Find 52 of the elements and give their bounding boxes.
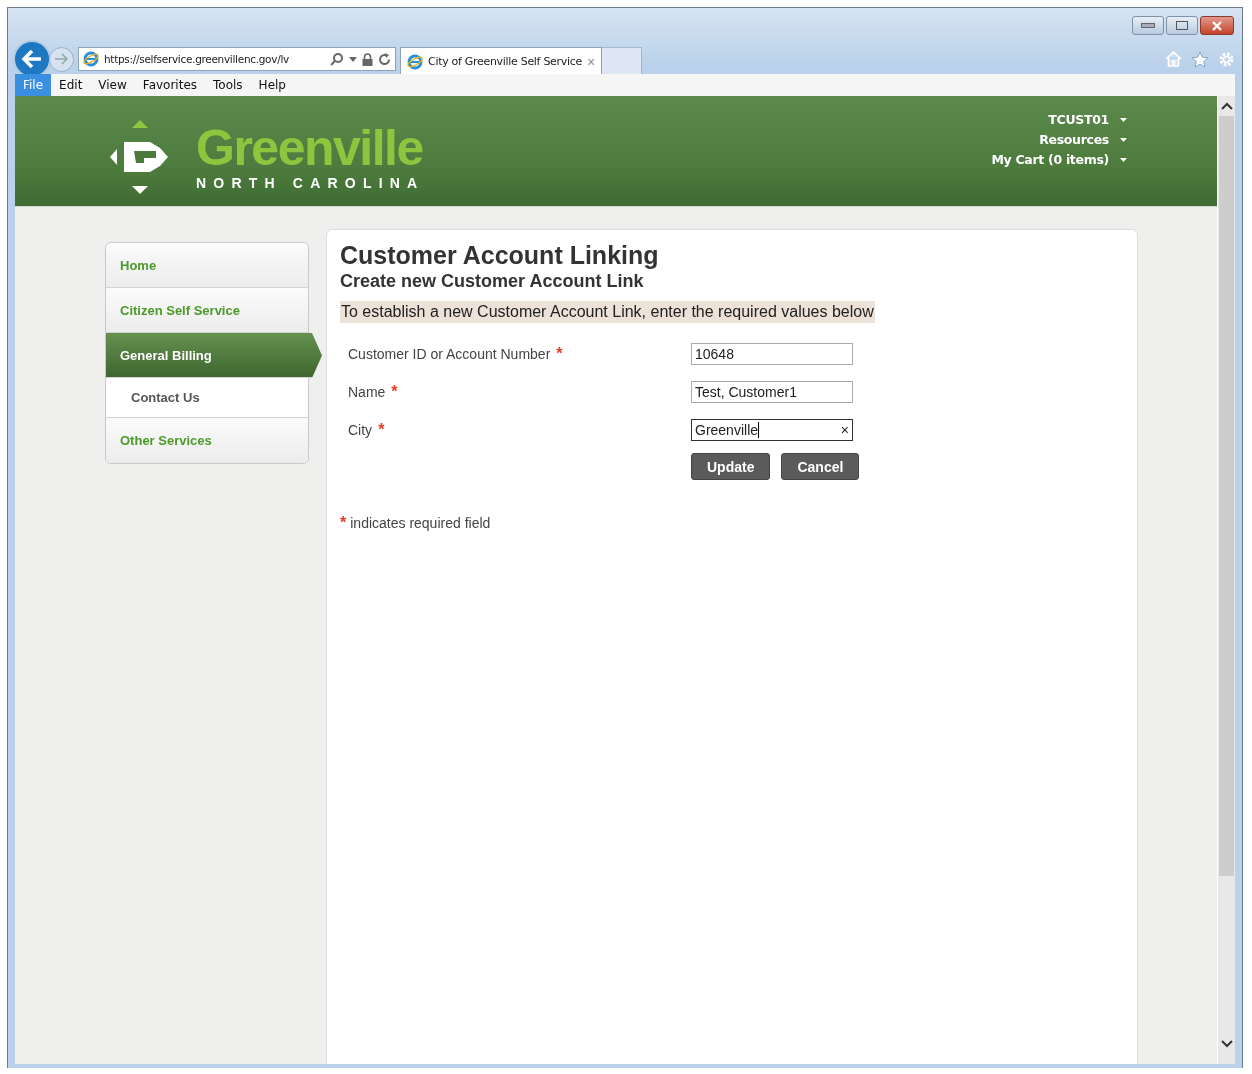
header-menu-link[interactable]: Resources — [1039, 130, 1127, 149]
required-mark: * — [340, 514, 347, 532]
tab-title: City of Greenville Self Service — [428, 55, 582, 68]
field-label: City — [348, 422, 373, 438]
instruction-text: To establish a new Customer Account Link, enter the required values below — [340, 301, 875, 323]
chevron-up-icon[interactable] — [1220, 102, 1233, 110]
menu-item[interactable]: Edit — [51, 74, 91, 96]
menu-item[interactable]: Favorites — [134, 74, 206, 96]
input-field[interactable]: 10648 — [691, 343, 853, 365]
menu-item[interactable]: View — [90, 74, 135, 96]
required-mark: * — [556, 345, 563, 363]
refresh-icon[interactable] — [378, 52, 391, 66]
browser-logo-icon — [407, 53, 423, 70]
close-icon — [1210, 20, 1224, 31]
input-field[interactable]: Greenville × — [691, 419, 853, 441]
logo-subtitle: NORTH CAROLINA — [196, 175, 425, 191]
field-label: Name — [348, 384, 386, 400]
browser-tab[interactable]: City of Greenville Self Service × — [400, 47, 603, 75]
logo-name: Greenville — [196, 123, 424, 173]
field-label: Customer ID or Account Number — [348, 346, 551, 362]
page-subtitle: Create new Customer Account Link — [340, 270, 645, 292]
dropdown-icon[interactable] — [349, 56, 357, 62]
search-icon[interactable] — [330, 52, 344, 66]
required-mark: * — [391, 383, 398, 401]
address-bar[interactable]: https://selfservice.greenvillenc.gov/lv — [78, 47, 396, 71]
browser-logo-icon — [83, 51, 99, 67]
maximize-button[interactable] — [1166, 16, 1198, 35]
caret-icon — [1120, 137, 1127, 142]
star-icon[interactable] — [1191, 50, 1209, 68]
input-field[interactable]: Test, Customer1 — [691, 381, 853, 403]
menu-item[interactable]: Tools — [205, 74, 251, 96]
required-note: indicates required field — [350, 515, 491, 531]
caret-icon — [1120, 117, 1127, 122]
minimize-button[interactable] — [1132, 16, 1164, 35]
sidebar-item[interactable]: General Billing — [106, 333, 322, 378]
page-title: Customer Account Linking — [340, 240, 660, 270]
scrollbar[interactable] — [1217, 96, 1235, 1064]
lock-icon — [362, 52, 373, 66]
header-menu-link[interactable]: My Cart (0 items) — [991, 150, 1127, 169]
header-menu-link[interactable]: TCUST01 — [1048, 110, 1127, 129]
menu-item[interactable]: Help — [250, 74, 294, 96]
required-mark: * — [378, 421, 385, 439]
form-button[interactable]: Cancel — [781, 453, 860, 480]
caret-icon — [1120, 157, 1127, 162]
arrow-left-icon — [21, 49, 43, 69]
arrow-right-icon — [53, 52, 70, 66]
clear-button[interactable]: × — [840, 422, 849, 438]
form-button[interactable]: Update — [691, 453, 771, 480]
close-button[interactable] — [1200, 16, 1234, 35]
tab-close-button[interactable]: × — [586, 53, 596, 70]
chevron-down-icon[interactable] — [1220, 1040, 1233, 1048]
address-text: https://selfservice.greenvillenc.gov/lv — [104, 53, 290, 65]
